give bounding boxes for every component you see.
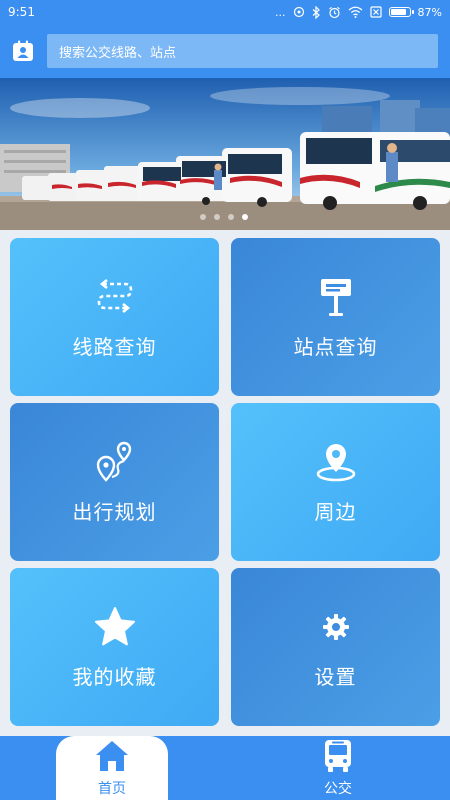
carousel-indicator <box>200 214 248 220</box>
tile-label: 线路查询 <box>72 334 157 359</box>
tile-label: 站点查询 <box>293 334 378 359</box>
bus-stop-sign-icon <box>314 275 358 319</box>
tab-bus-label: 公交 <box>324 781 352 797</box>
tile-label: 周边 <box>314 499 357 524</box>
carousel-dot[interactable] <box>214 214 220 220</box>
home-icon <box>94 738 130 774</box>
status-bar: 9:51 ... 87% <box>0 0 450 24</box>
route-icon <box>93 275 137 319</box>
location-pin-icon <box>314 440 358 484</box>
tab-home-label: 首页 <box>98 781 126 797</box>
top-bar: 搜索公交线路、站点 <box>0 24 450 78</box>
tab-home[interactable]: 首页 <box>56 736 168 800</box>
bottom-tab-bar: 首页 公交 <box>0 736 450 800</box>
status-icons: ... 87% <box>275 5 442 19</box>
status-time: 9:51 <box>8 5 35 19</box>
tile-route-query[interactable]: 线路查询 <box>10 238 219 396</box>
search-placeholder: 搜索公交线路、站点 <box>59 45 177 61</box>
function-grid: 线路查询 站点查询 出行规划 周边 我的收藏 设置 <box>10 238 440 728</box>
banner-carousel[interactable] <box>0 78 450 230</box>
bus-fleet-photo <box>0 78 450 230</box>
notification-dots: ... <box>275 5 286 19</box>
sim-off-icon <box>369 6 382 18</box>
tile-favorites[interactable]: 我的收藏 <box>10 568 219 726</box>
star-icon <box>93 605 137 649</box>
tile-label: 出行规划 <box>72 499 157 524</box>
gear-icon <box>314 605 358 649</box>
bluetooth-icon <box>312 5 320 19</box>
search-input[interactable]: 搜索公交线路、站点 <box>47 34 438 68</box>
battery-icon <box>388 7 414 17</box>
tile-stop-query[interactable]: 站点查询 <box>231 238 440 396</box>
tile-label: 设置 <box>314 664 357 689</box>
carousel-dot[interactable] <box>200 214 206 220</box>
tile-nearby[interactable]: 周边 <box>231 403 440 561</box>
alarm-icon <box>328 6 340 18</box>
carousel-dot-active[interactable] <box>242 214 248 220</box>
profile-card-icon[interactable] <box>11 39 35 63</box>
tile-trip-planning[interactable]: 出行规划 <box>10 403 219 561</box>
carousel-dot[interactable] <box>228 214 234 220</box>
tile-settings[interactable]: 设置 <box>231 568 440 726</box>
battery-level: 87% <box>417 5 442 19</box>
nfc-icon <box>293 6 304 18</box>
bus-icon <box>320 738 356 774</box>
tile-label: 我的收藏 <box>72 664 157 689</box>
map-pin-route-icon <box>93 440 137 484</box>
wifi-icon <box>348 6 362 18</box>
tab-bus[interactable]: 公交 <box>282 736 394 800</box>
